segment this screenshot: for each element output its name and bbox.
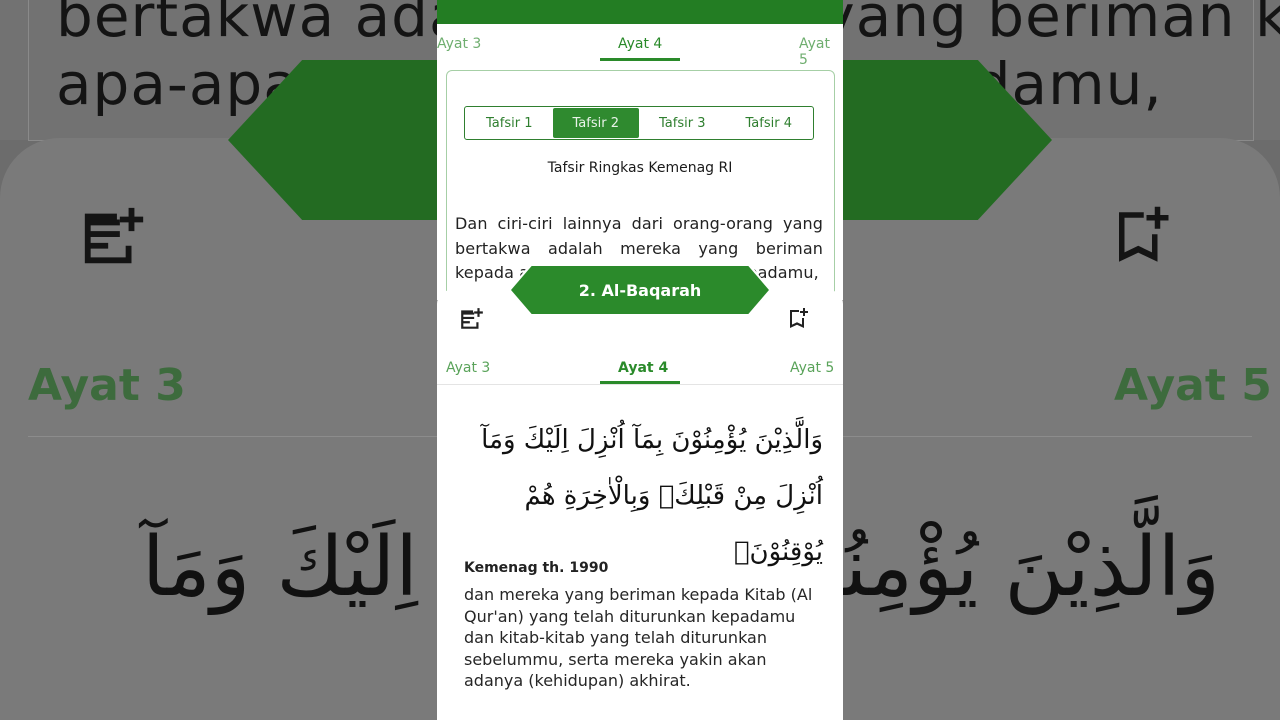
tafsir-selector: Tafsir 1 Tafsir 2 Tafsir 3 Tafsir 4 <box>464 106 814 140</box>
tab-indicator <box>600 58 680 61</box>
tabs-divider <box>437 384 843 385</box>
verse-arabic: وَالَّذِيْنَ يُؤْمِنُوْنَ بِمَآ اُنْزِلَ… <box>467 412 823 580</box>
tab-ayat-next[interactable]: Ayat 5 <box>799 36 843 68</box>
ayat-tabs: Ayat 3 Ayat 4 Ayat 5 <box>437 354 843 384</box>
tafsir-screen: Ayat 3 Ayat 4 Ayat 5 Tafsir 1 Tafsir 2 T… <box>437 0 843 300</box>
tafsir-title: Tafsir Ringkas Kemenag RI <box>547 160 733 176</box>
bookmark-add-icon <box>786 306 810 336</box>
tab-ayat-prev[interactable]: Ayat 3 <box>437 36 481 52</box>
note-add-button[interactable] <box>459 308 485 334</box>
tafsir-option-4[interactable]: Tafsir 4 <box>726 108 813 138</box>
background-tab-prev: Ayat 3 <box>28 360 186 411</box>
note-add-icon <box>459 306 485 336</box>
tab-ayat-prev[interactable]: Ayat 3 <box>446 360 490 376</box>
note-add-icon <box>78 202 150 276</box>
verse-arabic-line1: وَالَّذِيْنَ يُؤْمِنُوْنَ بِمَآ اُنْزِلَ… <box>481 425 823 455</box>
bookmark-add-icon <box>1108 202 1174 276</box>
tab-ayat-current[interactable]: Ayat 4 <box>618 36 662 52</box>
tafsir-option-1[interactable]: Tafsir 1 <box>466 108 553 138</box>
tab-ayat-current[interactable]: Ayat 4 <box>618 360 668 376</box>
bookmark-add-button[interactable] <box>785 308 811 334</box>
background-tab-next: Ayat 5 <box>1114 360 1272 411</box>
translation-source: Kemenag th. 1990 <box>464 560 609 576</box>
tab-ayat-next[interactable]: Ayat 5 <box>790 360 834 376</box>
tafsir-option-3[interactable]: Tafsir 3 <box>639 108 726 138</box>
ayat-tabs-back: Ayat 3 Ayat 4 Ayat 5 <box>437 30 843 68</box>
app-bar <box>437 0 843 24</box>
surah-title: 2. Al-Baqarah <box>578 280 702 300</box>
verse-sheet: 2. Al-Baqarah Ayat 3 Ayat 4 Ayat 5 وَالَ… <box>437 264 843 720</box>
tafsir-option-2[interactable]: Tafsir 2 <box>552 108 639 138</box>
verse-translation: dan mereka yang beriman kepada Kitab (Al… <box>464 585 813 690</box>
